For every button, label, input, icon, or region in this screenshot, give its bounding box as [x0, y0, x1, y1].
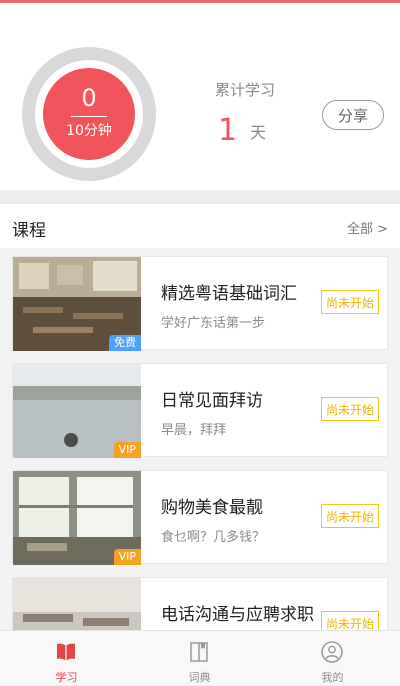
- bottom-tab-bar: 学习 词典 我的: [0, 630, 400, 685]
- course-card[interactable]: 免费 精选粤语基础词汇 学好广东话第一步 尚未开始: [12, 256, 388, 351]
- course-status-badge: 尚未开始: [321, 290, 379, 314]
- course-title: 精选粤语基础词汇: [161, 284, 297, 304]
- tab-mine[interactable]: 我的: [266, 631, 399, 686]
- courses-header: 课程 全部 >: [0, 204, 400, 248]
- total-study-days: 1: [218, 113, 238, 148]
- tab-label: 词典: [188, 671, 211, 684]
- course-thumbnail: VIP: [13, 364, 141, 458]
- learning-stats-panel: 0 10分钟 累计学习 1 天 分享: [0, 3, 400, 190]
- days-unit: 天: [250, 123, 267, 142]
- vip-badge: VIP: [113, 549, 141, 565]
- today-minutes: 0: [81, 84, 97, 112]
- view-all-courses-link[interactable]: 全部 >: [347, 218, 388, 237]
- vip-badge: VIP: [113, 442, 141, 458]
- tab-label: 学习: [55, 671, 78, 684]
- course-thumbnail: 免费: [13, 257, 141, 351]
- course-title: 日常见面拜访: [161, 391, 263, 411]
- share-button[interactable]: 分享: [322, 100, 384, 130]
- course-subtitle: 早晨，拜拜: [161, 423, 227, 438]
- tab-dictionary[interactable]: 词典: [133, 631, 266, 686]
- progress-ring: 0 10分钟: [22, 47, 156, 181]
- course-thumbnail: VIP: [13, 471, 141, 565]
- divider: [71, 116, 107, 117]
- book-icon: [54, 640, 78, 664]
- section-separator: [0, 190, 400, 204]
- course-title: 购物美食最靓: [161, 498, 263, 518]
- total-study-label: 累计学习: [214, 81, 275, 99]
- course-status-badge: 尚未开始: [321, 397, 379, 421]
- course-subtitle: 学好广东话第一步: [161, 316, 266, 331]
- course-title: 电话沟通与应聘求职: [161, 605, 314, 625]
- user-icon: [320, 640, 344, 664]
- today-progress-circle[interactable]: 0 10分钟: [43, 68, 135, 160]
- tab-label: 我的: [321, 671, 344, 684]
- free-badge: 免费: [109, 335, 141, 351]
- course-card[interactable]: VIP 日常见面拜访 早晨，拜拜 尚未开始: [12, 363, 388, 458]
- courses-title: 课程: [12, 221, 46, 241]
- dictionary-icon: [187, 640, 211, 664]
- tab-study[interactable]: 学习: [0, 631, 133, 686]
- course-card[interactable]: VIP 购物美食最靓 食乜啊？几多钱？ 尚未开始: [12, 470, 388, 565]
- daily-goal: 10分钟: [66, 123, 112, 139]
- course-status-badge: 尚未开始: [321, 504, 379, 528]
- course-subtitle: 食乜啊？几多钱？: [161, 530, 266, 545]
